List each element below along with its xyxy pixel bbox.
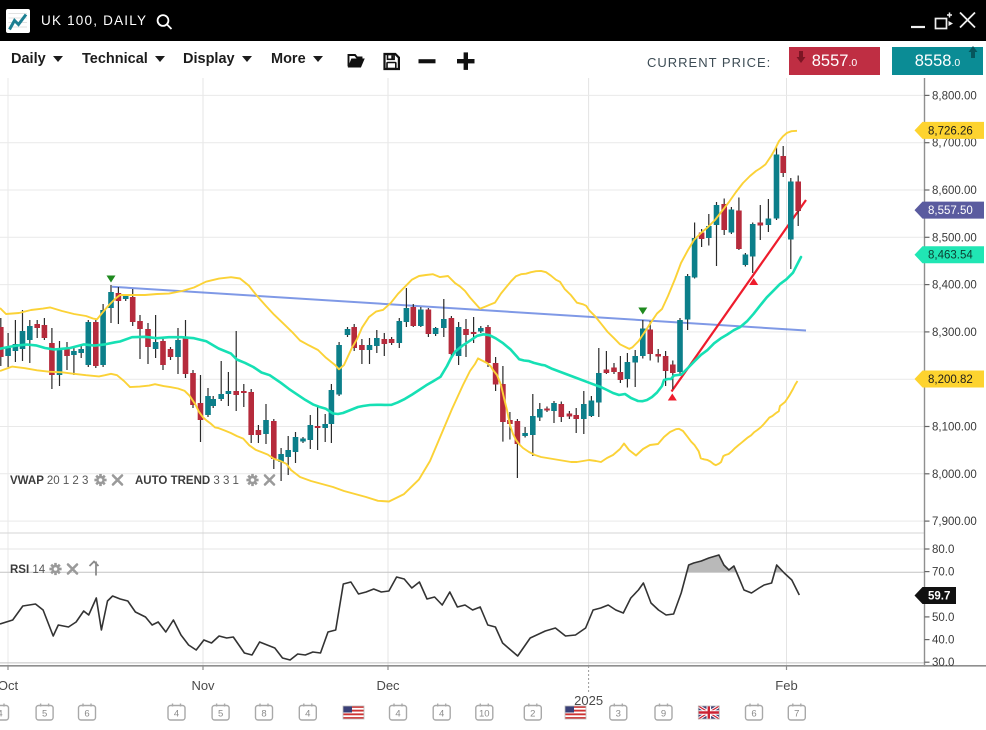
svg-text:Nov: Nov	[191, 678, 215, 693]
svg-text:6: 6	[84, 709, 89, 720]
svg-text:8,557.50: 8,557.50	[928, 205, 973, 217]
svg-text:6: 6	[751, 709, 756, 720]
svg-text:5: 5	[218, 709, 223, 720]
svg-text:8,400.00: 8,400.00	[932, 280, 977, 292]
svg-text:8,463.54: 8,463.54	[928, 250, 973, 262]
svg-text:8,200.82: 8,200.82	[928, 374, 973, 386]
svg-text:4: 4	[174, 709, 179, 720]
svg-text:40.0: 40.0	[932, 635, 954, 647]
svg-text:59.7: 59.7	[928, 591, 950, 603]
svg-text:8,726.26: 8,726.26	[928, 125, 973, 137]
svg-text:4: 4	[0, 709, 3, 720]
svg-text:4: 4	[305, 709, 310, 720]
svg-text:2: 2	[530, 709, 535, 720]
svg-text:8,700.00: 8,700.00	[932, 138, 977, 150]
svg-text:RSI 14: RSI 14	[10, 564, 46, 576]
svg-text:7,900.00: 7,900.00	[932, 516, 977, 528]
svg-text:5: 5	[42, 709, 47, 720]
svg-text:8,800.00: 8,800.00	[932, 90, 977, 102]
svg-text:8: 8	[261, 709, 266, 720]
svg-text:8,600.00: 8,600.00	[932, 185, 977, 197]
svg-text:3: 3	[616, 709, 621, 720]
svg-text:70.0: 70.0	[932, 567, 954, 579]
svg-text:9: 9	[661, 709, 666, 720]
svg-text:Oct: Oct	[0, 678, 18, 693]
svg-text:VWAP 20 1 2 3: VWAP 20 1 2 3	[10, 475, 88, 487]
svg-text:8,500.00: 8,500.00	[932, 232, 977, 244]
svg-text:80.0: 80.0	[932, 544, 954, 556]
svg-text:8,300.00: 8,300.00	[932, 327, 977, 339]
svg-text:10: 10	[479, 709, 490, 720]
svg-text:8,100.00: 8,100.00	[932, 422, 977, 434]
svg-text:4: 4	[439, 709, 444, 720]
svg-text:Dec: Dec	[376, 678, 400, 693]
svg-text:7: 7	[794, 709, 799, 720]
svg-text:50.0: 50.0	[932, 612, 954, 624]
svg-text:AUTO TREND 3 3 1: AUTO TREND 3 3 1	[135, 475, 239, 487]
svg-text:Feb: Feb	[775, 678, 797, 693]
svg-text:4: 4	[395, 709, 400, 720]
svg-text:8,000.00: 8,000.00	[932, 469, 977, 481]
svg-text:30.0: 30.0	[932, 657, 954, 669]
